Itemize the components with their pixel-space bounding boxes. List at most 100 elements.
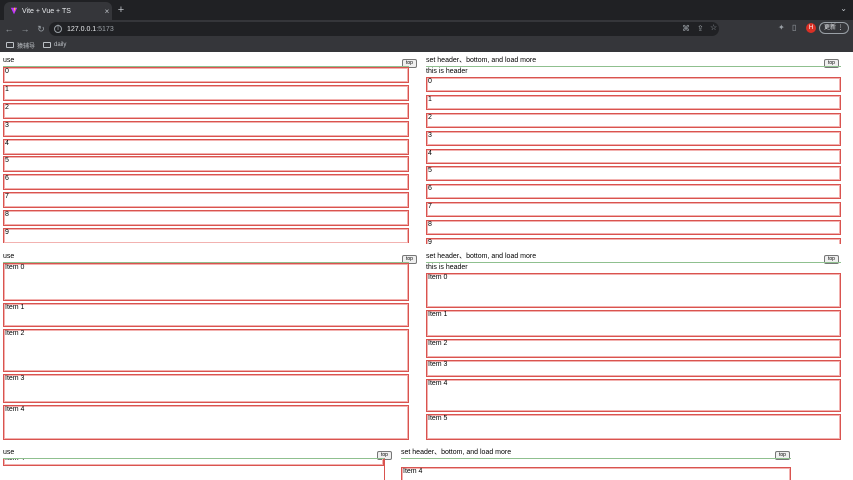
list-item: 4: [3, 139, 409, 155]
list-item-label: 0: [5, 68, 9, 75]
tab-close-icon[interactable]: ×: [102, 7, 112, 16]
list-item: 1: [3, 85, 409, 101]
list-item: 4: [426, 149, 841, 164]
list-item-label: 7: [428, 203, 432, 210]
list-item: Item 4: [401, 467, 791, 480]
list-item: Item 1: [3, 303, 409, 327]
panel-header-1: set header、bottom, and load more top thi…: [426, 56, 844, 244]
list-item-label: 1: [5, 86, 9, 93]
list-item: Item 0: [426, 273, 841, 308]
list-item-label: 4: [428, 150, 432, 157]
virtual-list[interactable]: 0 1 2 3 4 5 6 7 8 9: [3, 66, 409, 243]
list-item-label: Item 5: [428, 415, 448, 422]
list-item-label: Item 4: [5, 406, 25, 413]
bookmark-folder-2[interactable]: daily: [43, 42, 66, 48]
virtual-list[interactable]: Item 4: [401, 458, 791, 480]
bookmark-folder-1[interactable]: 猿辅导: [6, 41, 35, 50]
list-item: 8: [3, 210, 409, 226]
panel-title: use: [3, 253, 15, 260]
folder-icon: [6, 42, 14, 48]
virtual-list[interactable]: this is header Item 0 Item 1 Item 2 Item 3 I…: [426, 262, 841, 440]
list-item-label: 6: [5, 175, 9, 182]
list-item: 0: [3, 67, 409, 83]
update-button[interactable]: 更新 ⋮: [819, 22, 849, 34]
list-item-label: 9: [428, 239, 432, 244]
tab-vite[interactable]: Vite + Vue + TS ×: [4, 2, 112, 20]
list-item-label: Item 0: [5, 264, 25, 271]
bookmarks-bar: 猿辅导 daily: [0, 38, 853, 52]
list-item-label: Item 2: [428, 340, 448, 347]
list-item: Item 2: [3, 329, 409, 372]
bookmark-label: daily: [54, 42, 67, 48]
list-item-label: 8: [5, 211, 9, 218]
list-item-label: 1: [428, 96, 432, 103]
list-item: 7: [3, 192, 409, 208]
list-item: Item 5: [426, 414, 841, 440]
list-item: 3: [426, 131, 841, 146]
bookmark-label: 猿辅导: [17, 43, 36, 50]
list-item-label: Item 3: [5, 375, 25, 382]
list-item: 9: [426, 238, 841, 244]
list-item: 8: [426, 220, 841, 235]
panel-header-3: set header、bottom, and load more top Ite…: [401, 448, 793, 480]
list-item-label: 3: [5, 122, 9, 129]
vite-favicon-icon: [10, 7, 18, 15]
back-icon[interactable]: ←: [2, 24, 16, 34]
list-item: Item 4: [426, 379, 841, 412]
panel-title: set header、bottom, and load more: [401, 449, 512, 456]
list-item-label: 5: [428, 167, 432, 174]
panel-use-3: use top Item 4: [3, 448, 395, 480]
list-item: Item 2: [426, 339, 841, 358]
list-item: 3: [3, 121, 409, 137]
panel-use-1: use top 0123456789: [3, 56, 419, 244]
list-item: 6: [426, 184, 841, 199]
panel-use-2: use top Item 0 Item 1 Item 2 Item 3 Item 4: [3, 252, 419, 440]
list-item-label: 0: [428, 78, 432, 85]
list-item-label: Item 4: [428, 380, 448, 387]
page-content: use top 0123456789 set header、bottom, an…: [0, 52, 853, 480]
tab-search-icon[interactable]: ⌄: [840, 4, 847, 13]
list-item-label: Item 3: [428, 361, 448, 368]
list-item: 1: [426, 95, 841, 110]
list-item-label: 9: [5, 229, 9, 236]
share-icon[interactable]: ⇪: [697, 24, 704, 33]
list-item: 6: [3, 174, 409, 190]
new-tab-icon[interactable]: +: [115, 4, 127, 16]
list-item-label: 2: [5, 104, 9, 111]
bookmark-star-icon[interactable]: ☆: [710, 23, 717, 32]
site-info-icon[interactable]: i: [54, 25, 62, 33]
forward-icon[interactable]: →: [18, 24, 32, 34]
virtual-list[interactable]: Item 4: [3, 458, 385, 480]
virtual-list[interactable]: Item 0 Item 1 Item 2 Item 3 Item 4: [3, 262, 409, 440]
tab-title: Vite + Vue + TS: [22, 7, 71, 15]
reload-icon[interactable]: ↻: [34, 24, 48, 35]
list-item-label: Item 1: [428, 311, 448, 318]
url-host: 127.0.0.1: [67, 25, 97, 33]
extensions-icon[interactable]: ✦: [778, 23, 785, 32]
avatar[interactable]: H: [806, 23, 816, 33]
list-item-label: 5: [5, 157, 9, 164]
list-item: 2: [426, 113, 841, 128]
list-item-label: 2: [428, 114, 432, 121]
list-item: 5: [3, 156, 409, 172]
folder-icon: [43, 42, 52, 48]
translate-icon[interactable]: ⌘: [682, 24, 690, 33]
list-header: this is header: [426, 68, 468, 75]
list-item: 5: [426, 166, 841, 181]
list-item: 2: [3, 103, 409, 119]
list-item: 9: [3, 228, 409, 243]
address-bar[interactable]: i 127.0.0.1 :5173 ⌘ ⇪ ☆: [49, 22, 719, 36]
list-item-label: 6: [428, 185, 432, 192]
list-item: Item 3: [426, 360, 841, 377]
panel-title: use: [3, 449, 15, 456]
list-item: 0: [426, 77, 841, 92]
list-item-label: 3: [428, 132, 432, 139]
list-item: Item 3: [3, 374, 409, 403]
side-panel-icon[interactable]: ▯: [792, 23, 796, 32]
list-item-label: Item 0: [428, 274, 448, 281]
panel-title: set header、bottom, and load more: [426, 253, 537, 260]
list-item: Item 1: [426, 310, 841, 337]
virtual-list[interactable]: this is header 0 1 2 3 4 5 6 7 8 9: [426, 66, 841, 244]
list-header: this is header: [426, 264, 468, 271]
list-item-label: Item 2: [5, 330, 25, 337]
